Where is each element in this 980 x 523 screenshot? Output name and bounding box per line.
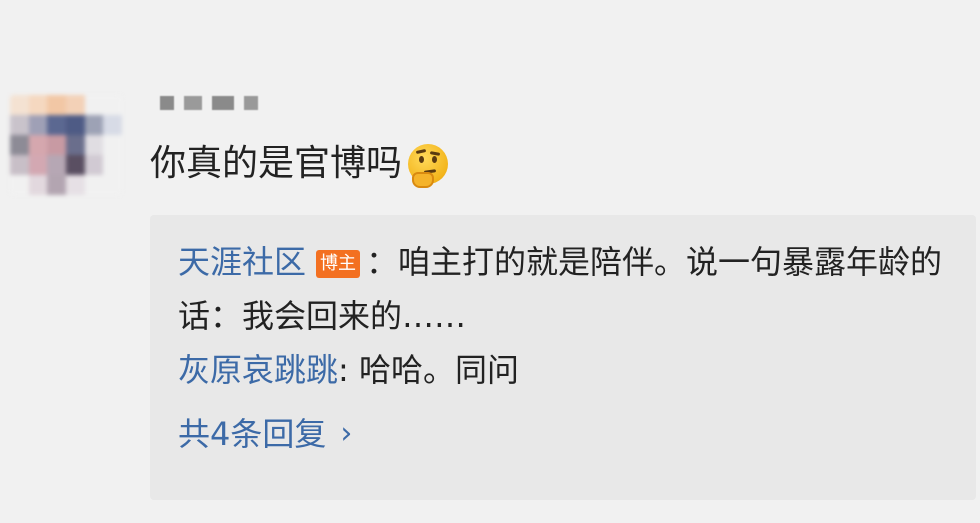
chevron-right-icon: › <box>340 416 353 451</box>
reply-text: : 哈哈。同问 <box>338 351 519 389</box>
reply-count-label: 共4条回复 <box>178 415 327 453</box>
thinking-face-icon <box>408 144 449 188</box>
replies-box: 天涯社区 博主 ：咱主打的就是陪伴。说一句暴露年龄的话：我会回来的…… 灰原哀跳跳:… <box>150 215 976 500</box>
username-obscured[interactable] <box>160 96 258 110</box>
reply-item: 天涯社区 博主 ：咱主打的就是陪伴。说一句暴露年龄的话：我会回来的…… <box>178 235 948 343</box>
view-replies-link[interactable]: 共4条回复 › <box>178 407 948 461</box>
reply-username[interactable]: 天涯社区 <box>178 243 306 281</box>
author-badge: 博主 <box>316 250 361 278</box>
avatar[interactable] <box>10 95 122 195</box>
comment-text: 你真的是官博吗 <box>150 143 403 184</box>
reply-username[interactable]: 灰原哀跳跳 <box>178 351 338 389</box>
reply-item: 灰原哀跳跳: 哈哈。同问 <box>178 343 948 397</box>
comment-text-row: 你真的是官博吗 <box>150 140 449 188</box>
